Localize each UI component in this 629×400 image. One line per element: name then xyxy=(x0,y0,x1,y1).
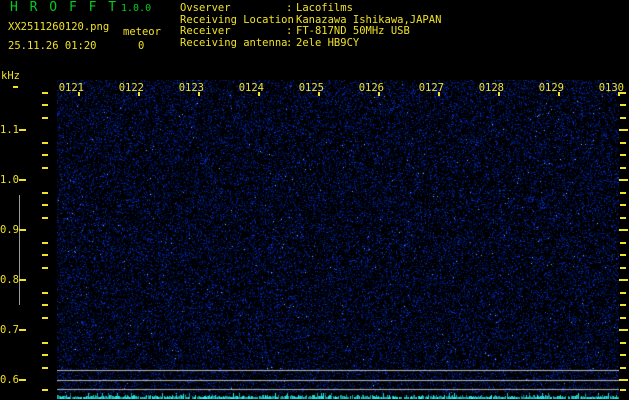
info-value: 2ele HB9CY xyxy=(296,36,360,49)
freq-label: 1.0 xyxy=(0,174,19,186)
axis-tick xyxy=(619,179,628,181)
info-row-receiver: Receiver: FT-817ND 50MHz USB xyxy=(180,25,441,38)
axis-tick xyxy=(42,92,48,94)
axis-tick xyxy=(378,92,380,96)
axis-tick xyxy=(19,129,26,131)
axis-tick xyxy=(42,389,48,391)
axis-tick xyxy=(19,229,26,231)
axis-tick xyxy=(42,204,48,206)
app-title: H R O F F T xyxy=(10,0,119,15)
axis-tick xyxy=(558,92,560,96)
axis-tick xyxy=(619,129,628,131)
axis-tick xyxy=(619,379,628,381)
mode-label: meteor xyxy=(123,26,161,38)
info-row-antenna: Receiving antenna:2ele HB9CY xyxy=(180,36,441,50)
freq-label: 0.7 xyxy=(0,324,19,336)
axis-tick xyxy=(620,154,626,156)
axis-tick xyxy=(620,304,626,306)
info-label: Receiving antenna xyxy=(180,36,288,49)
axis-tick xyxy=(620,317,626,319)
axis-tick xyxy=(620,167,626,169)
info-row-observer: Ovserver: Lacofilms xyxy=(180,2,441,15)
app-version: 1.0.0 xyxy=(121,3,152,14)
freq-label: 0.9 xyxy=(0,224,19,236)
axis-tick xyxy=(620,117,626,119)
axis-tick xyxy=(620,292,626,294)
info-label: Ovserver xyxy=(180,2,231,14)
axis-tick xyxy=(42,254,48,256)
axis-tick xyxy=(619,329,628,331)
freq-label: 0.6 xyxy=(0,374,19,386)
axis-tick xyxy=(620,367,626,369)
axis-tick xyxy=(198,92,200,96)
axis-tick xyxy=(619,279,628,281)
axis-tick xyxy=(618,92,620,96)
axis-tick xyxy=(620,354,626,356)
axis-tick xyxy=(42,154,48,156)
axis-tick xyxy=(620,342,626,344)
axis-tick xyxy=(42,192,48,194)
freq-label: 1.1 xyxy=(0,124,19,136)
axis-tick xyxy=(438,92,440,96)
meteor-count: 0 xyxy=(138,40,145,52)
axis-tick xyxy=(19,279,26,281)
axis-tick xyxy=(13,86,18,88)
axis-tick xyxy=(619,229,628,231)
info-separator: : xyxy=(286,36,293,49)
axis-tick xyxy=(42,167,48,169)
datetime-label: 25.11.26 01:20 xyxy=(8,40,97,52)
axis-tick xyxy=(42,342,48,344)
freq-axis-unit: kHz xyxy=(1,70,20,82)
axis-tick xyxy=(19,329,26,331)
observer-info: Ovserver: Lacofilms Receiving Location: Ka… xyxy=(180,2,441,50)
axis-tick xyxy=(42,354,48,356)
axis-tick xyxy=(258,92,260,96)
info-value: Lacofilms xyxy=(296,2,353,14)
info-value: FT-817ND 50MHz USB xyxy=(296,25,410,37)
axis-tick xyxy=(42,304,48,306)
freq-label: 0.8 xyxy=(0,274,19,286)
axis-tick xyxy=(620,217,626,219)
axis-tick xyxy=(620,142,626,144)
axis-tick xyxy=(42,142,48,144)
axis-tick xyxy=(19,179,26,181)
axis-tick xyxy=(42,217,48,219)
axis-tick xyxy=(42,104,48,106)
axis-tick xyxy=(78,92,80,96)
spectrogram-canvas xyxy=(57,80,619,399)
info-label: Receiver xyxy=(180,25,231,37)
axis-tick xyxy=(19,379,26,381)
axis-tick xyxy=(620,254,626,256)
axis-tick xyxy=(318,92,320,96)
axis-tick xyxy=(42,242,48,244)
axis-tick xyxy=(620,204,626,206)
info-separator: : xyxy=(286,2,293,14)
axis-tick xyxy=(42,367,48,369)
axis-tick xyxy=(42,117,48,119)
info-separator: : xyxy=(286,25,293,37)
axis-tick xyxy=(620,92,626,94)
axis-tick xyxy=(620,104,626,106)
axis-tick xyxy=(620,242,626,244)
left-marker-line xyxy=(19,195,20,305)
axis-tick xyxy=(42,292,48,294)
output-filename: XX2511260120.png xyxy=(8,21,110,33)
axis-tick xyxy=(498,92,500,96)
axis-tick xyxy=(620,389,626,391)
axis-tick xyxy=(42,317,48,319)
axis-tick xyxy=(620,267,626,269)
axis-tick xyxy=(138,92,140,96)
axis-tick xyxy=(42,267,48,269)
axis-tick xyxy=(620,192,626,194)
hrofft-screen: H R O F F T 1.0.0 XX2511260120.png meteo… xyxy=(0,0,629,400)
